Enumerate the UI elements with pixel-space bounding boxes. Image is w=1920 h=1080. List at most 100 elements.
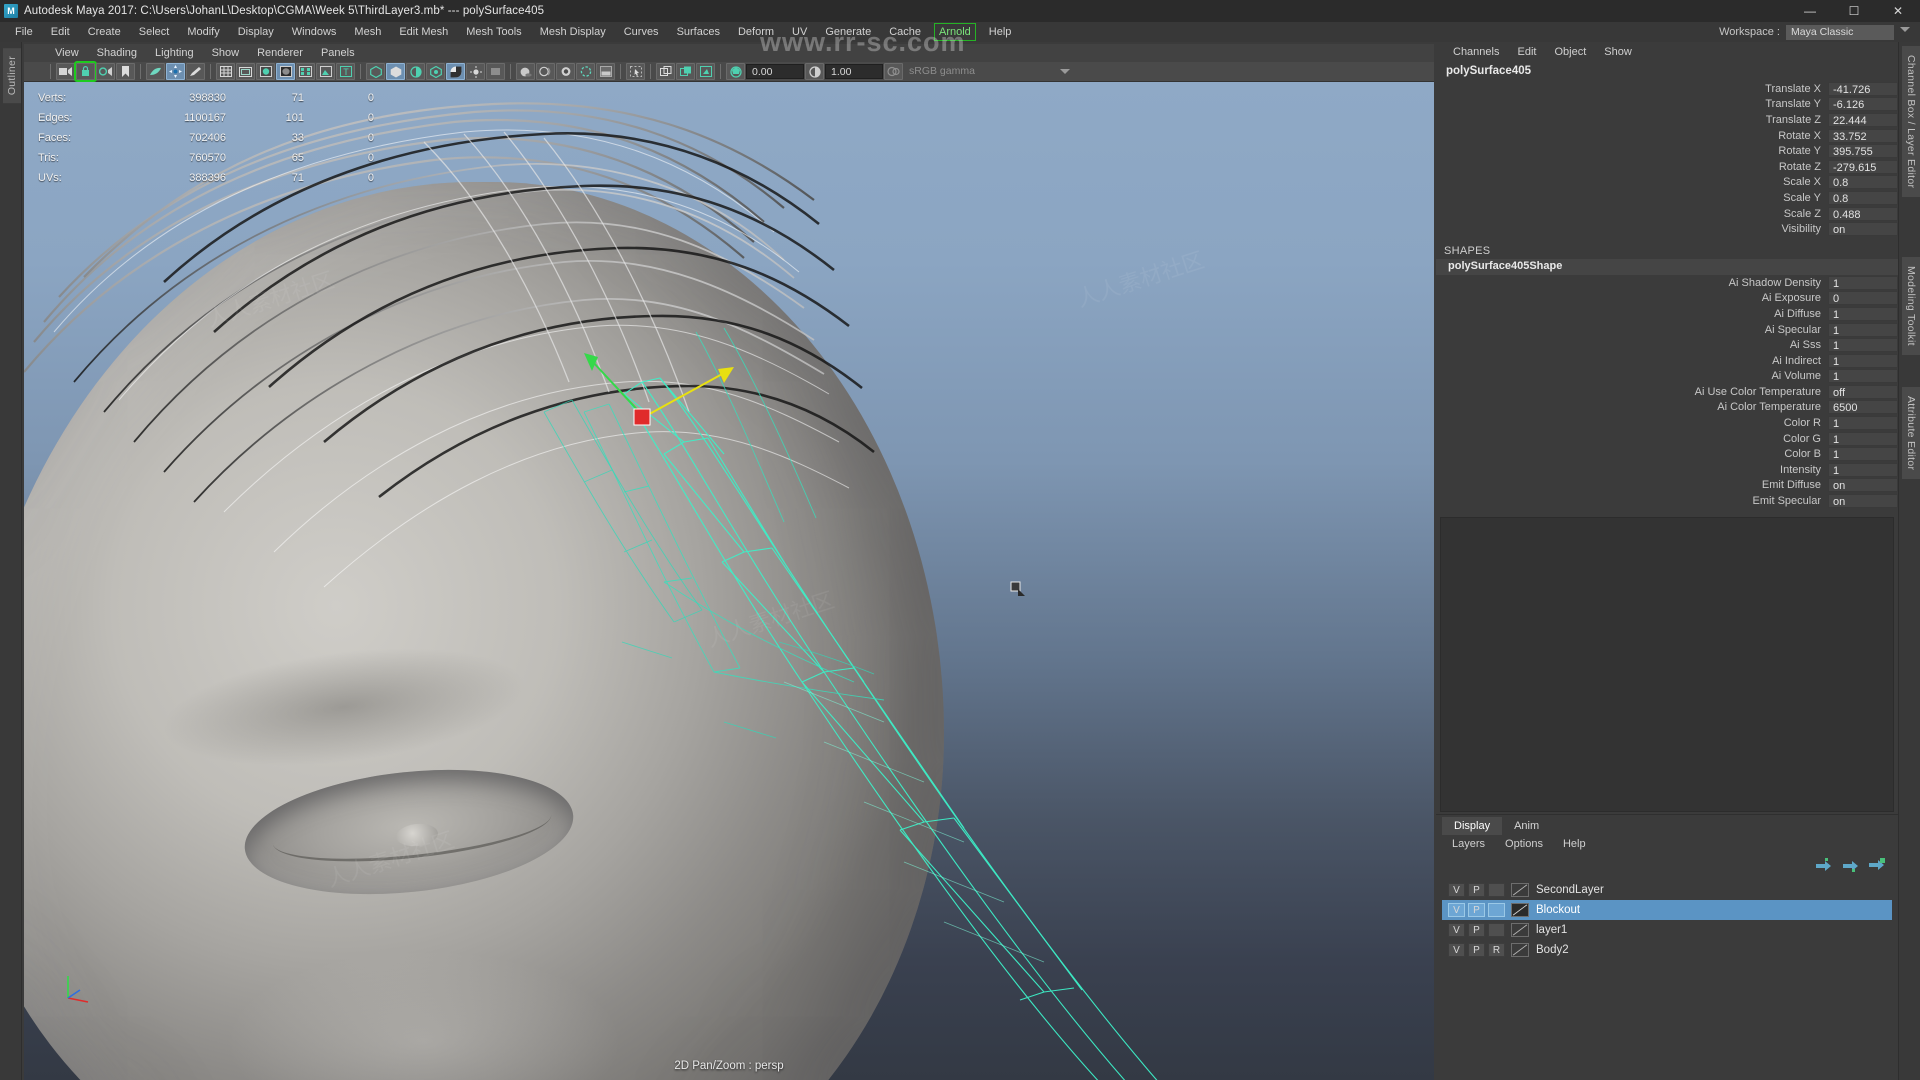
camera-attributes-icon[interactable]: [96, 63, 115, 80]
attribute-row[interactable]: Ai Indirect 1: [1436, 353, 1898, 369]
gamma-icon[interactable]: [805, 63, 824, 80]
attribute-row[interactable]: Scale Z 0.488: [1436, 206, 1898, 222]
xray-joints-icon[interactable]: [386, 63, 405, 80]
default-material-icon[interactable]: [426, 63, 445, 80]
attribute-row[interactable]: Ai Diffuse 1: [1436, 306, 1898, 322]
attr-value-field[interactable]: 22.444: [1828, 112, 1898, 127]
attr-value-field[interactable]: 0: [1828, 291, 1898, 306]
attr-value-field[interactable]: on: [1828, 478, 1898, 493]
menu-item-file[interactable]: File: [6, 22, 42, 42]
panel-menu-shading[interactable]: Shading: [88, 47, 146, 59]
motion-blur-icon[interactable]: [536, 63, 555, 80]
attr-value-field[interactable]: 1: [1828, 322, 1898, 337]
menu-item-select[interactable]: Select: [130, 22, 179, 42]
menu-item-cache[interactable]: Cache: [880, 22, 930, 42]
workspace-dropdown[interactable]: Maya Classic: [1786, 24, 1910, 40]
anti-alias-icon[interactable]: [556, 63, 575, 80]
smooth-shade-all-icon[interactable]: [276, 63, 295, 80]
menu-item-edit[interactable]: Edit: [42, 22, 79, 42]
attr-value-field[interactable]: on: [1828, 494, 1898, 509]
layer-visibility-toggle[interactable]: V: [1448, 923, 1465, 937]
attr-value-field[interactable]: -6.126: [1828, 97, 1898, 112]
layer-color-swatch[interactable]: [1511, 943, 1529, 957]
cb-menu-channels[interactable]: Channels: [1444, 46, 1508, 58]
move-manipulator[interactable]: [584, 337, 764, 497]
menu-item-arnold[interactable]: Arnold: [934, 23, 976, 41]
shape-node-name[interactable]: polySurface405Shape: [1436, 258, 1898, 275]
layer-display-type-toggle[interactable]: R: [1488, 943, 1505, 957]
attribute-row[interactable]: Rotate Z -279.615: [1436, 159, 1898, 175]
attr-value-field[interactable]: 6500: [1828, 400, 1898, 415]
layer-playback-toggle[interactable]: P: [1468, 923, 1485, 937]
menu-item-help[interactable]: Help: [980, 22, 1021, 42]
close-button[interactable]: ✕: [1876, 0, 1920, 22]
attribute-row[interactable]: Scale Y 0.8: [1436, 190, 1898, 206]
layer-color-swatch[interactable]: [1511, 883, 1529, 897]
depth-of-field-icon[interactable]: [576, 63, 595, 80]
attr-value-field[interactable]: on: [1828, 222, 1898, 237]
layer-display-type-toggle[interactable]: [1488, 883, 1505, 897]
layer-display-type-toggle[interactable]: [1488, 923, 1505, 937]
layer-visibility-toggle[interactable]: V: [1448, 903, 1465, 917]
menu-item-mesh-display[interactable]: Mesh Display: [531, 22, 615, 42]
xray-active-components-icon[interactable]: [406, 63, 425, 80]
menu-item-uv[interactable]: UV: [783, 22, 816, 42]
le-menu-options[interactable]: Options: [1495, 838, 1553, 850]
exposure-value-field[interactable]: 0.00: [746, 64, 804, 79]
menu-item-modify[interactable]: Modify: [178, 22, 228, 42]
menu-item-edit-mesh[interactable]: Edit Mesh: [390, 22, 457, 42]
checker-shading-icon[interactable]: [446, 63, 465, 80]
attr-value-field[interactable]: 395.755: [1828, 144, 1898, 159]
maximize-button[interactable]: ☐: [1832, 0, 1876, 22]
menu-item-deform[interactable]: Deform: [729, 22, 783, 42]
image-plane-icon[interactable]: [146, 63, 165, 80]
layer-name[interactable]: SecondLayer: [1536, 884, 1604, 896]
attr-value-field[interactable]: 33.752: [1828, 128, 1898, 143]
sidebar-tab-attribute-editor[interactable]: Attribute Editor: [1902, 387, 1920, 480]
attribute-row[interactable]: Emit Specular on: [1436, 493, 1898, 509]
attribute-row[interactable]: Intensity 1: [1436, 462, 1898, 478]
screen-space-ao-icon[interactable]: [516, 63, 535, 80]
attribute-row[interactable]: Translate X -41.726: [1436, 81, 1898, 97]
attribute-row[interactable]: Ai Color Temperature 6500: [1436, 400, 1898, 416]
tab-anim[interactable]: Anim: [1502, 817, 1551, 835]
cb-menu-show[interactable]: Show: [1595, 46, 1641, 58]
panel-menu-lighting[interactable]: Lighting: [146, 47, 203, 59]
attr-value-field[interactable]: 1: [1828, 416, 1898, 431]
attribute-row[interactable]: Translate Y -6.126: [1436, 97, 1898, 113]
isolate-load-icon[interactable]: [696, 63, 715, 80]
move-layer-up-icon[interactable]: [1814, 858, 1832, 872]
attribute-row[interactable]: Ai Specular 1: [1436, 322, 1898, 338]
isolate-remove-icon[interactable]: [676, 63, 695, 80]
tab-display[interactable]: Display: [1442, 817, 1503, 835]
attribute-row[interactable]: Ai Use Color Temperature off: [1436, 384, 1898, 400]
attr-value-field[interactable]: -41.726: [1828, 81, 1898, 96]
menu-item-mesh-tools[interactable]: Mesh Tools: [457, 22, 530, 42]
layer-visibility-toggle[interactable]: V: [1448, 883, 1465, 897]
move-layer-down-icon[interactable]: [1841, 858, 1859, 872]
cb-menu-edit[interactable]: Edit: [1508, 46, 1545, 58]
attribute-row[interactable]: Ai Sss 1: [1436, 337, 1898, 353]
layer-row-blockout[interactable]: V P Blockout: [1442, 900, 1892, 920]
menu-item-windows[interactable]: Windows: [283, 22, 346, 42]
two-d-pan-zoom-icon[interactable]: [166, 63, 185, 80]
attribute-row[interactable]: Ai Exposure 0: [1436, 291, 1898, 307]
layer-color-swatch[interactable]: [1511, 903, 1529, 917]
layer-name[interactable]: layer1: [1536, 924, 1567, 936]
le-menu-layers[interactable]: Layers: [1442, 838, 1495, 850]
grease-pencil-icon[interactable]: [186, 63, 205, 80]
attr-value-field[interactable]: 0.488: [1828, 206, 1898, 221]
panel-menu-view[interactable]: View: [46, 47, 88, 59]
layer-playback-toggle[interactable]: P: [1468, 903, 1485, 917]
attr-value-field[interactable]: 1: [1828, 462, 1898, 477]
sidebar-tab-modeling-toolkit[interactable]: Modeling Toolkit: [1902, 257, 1920, 355]
sidebar-tab-channel-box[interactable]: Channel Box / Layer Editor: [1902, 46, 1920, 198]
attribute-row[interactable]: Rotate Y 395.755: [1436, 143, 1898, 159]
menu-item-curves[interactable]: Curves: [615, 22, 668, 42]
attr-value-field[interactable]: 1: [1828, 431, 1898, 446]
attribute-row[interactable]: Scale X 0.8: [1436, 175, 1898, 191]
attribute-row[interactable]: Color B 1: [1436, 446, 1898, 462]
isolate-add-icon[interactable]: [656, 63, 675, 80]
attribute-row[interactable]: Color R 1: [1436, 415, 1898, 431]
panel-menu-renderer[interactable]: Renderer: [248, 47, 312, 59]
